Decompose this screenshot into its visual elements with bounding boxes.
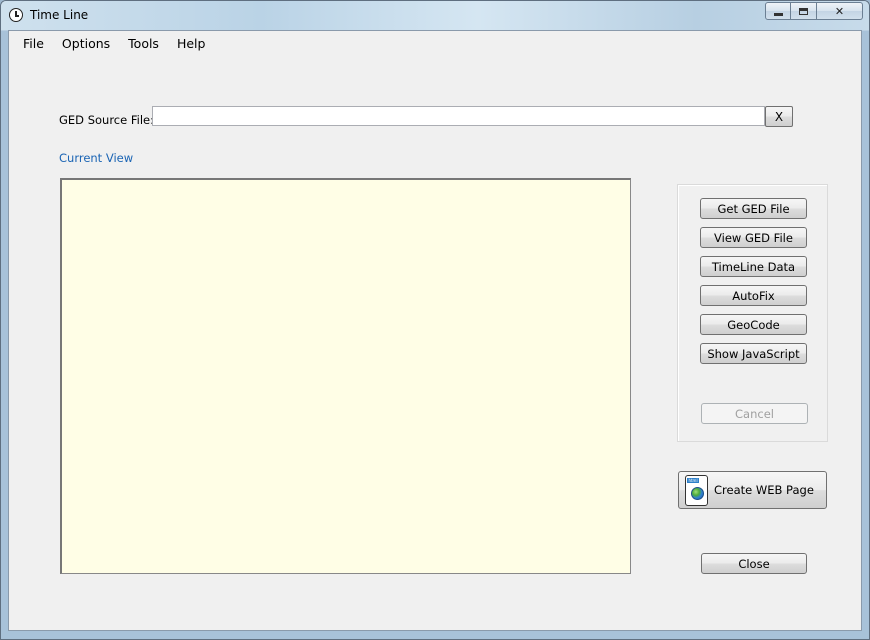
menu-options[interactable]: Options (53, 31, 119, 55)
action-button-group: Get GED File View GED File TimeLine Data… (677, 184, 828, 442)
get-ged-file-button[interactable]: Get GED File (700, 198, 807, 219)
source-file-input[interactable] (152, 106, 765, 126)
menu-help[interactable]: Help (168, 31, 215, 55)
maximize-button[interactable] (791, 2, 817, 20)
close-button[interactable]: Close (701, 553, 807, 574)
create-web-page-button[interactable]: html Create WEB Page (678, 471, 827, 509)
window-title: Time Line (30, 8, 89, 22)
current-view-panel[interactable] (60, 178, 631, 574)
minimize-button[interactable] (765, 2, 791, 20)
timeline-data-button[interactable]: TimeLine Data (700, 256, 807, 277)
menu-tools[interactable]: Tools (119, 31, 168, 55)
close-window-button[interactable]: ✕ (817, 2, 863, 20)
current-view-label: Current View (59, 151, 134, 165)
html-globe-icon: html (685, 474, 708, 506)
window-controls: ✕ (765, 2, 863, 20)
close-icon: ✕ (834, 4, 845, 18)
cancel-button[interactable]: Cancel (701, 403, 808, 424)
html-tag-label: html (687, 477, 699, 483)
clear-source-button[interactable]: X (765, 106, 793, 127)
autofix-button[interactable]: AutoFix (700, 285, 807, 306)
menu-file[interactable]: File (9, 31, 53, 55)
geocode-button[interactable]: GeoCode (700, 314, 807, 335)
menu-bar: File Options Tools Help (9, 31, 214, 55)
source-file-label: GED Source File: (59, 113, 154, 127)
globe-icon (691, 486, 704, 500)
clock-icon (9, 8, 23, 22)
main-window: Time Line ✕ File Options Tools Help GED … (0, 0, 870, 640)
maximize-icon (799, 7, 808, 15)
title-bar: Time Line ✕ (1, 1, 869, 30)
create-web-page-label: Create WEB Page (714, 483, 814, 497)
view-ged-file-button[interactable]: View GED File (700, 227, 807, 248)
show-javascript-button[interactable]: Show JavaScript (700, 343, 807, 364)
client-area: File Options Tools Help GED Source File:… (8, 30, 862, 631)
minimize-icon (773, 12, 783, 16)
